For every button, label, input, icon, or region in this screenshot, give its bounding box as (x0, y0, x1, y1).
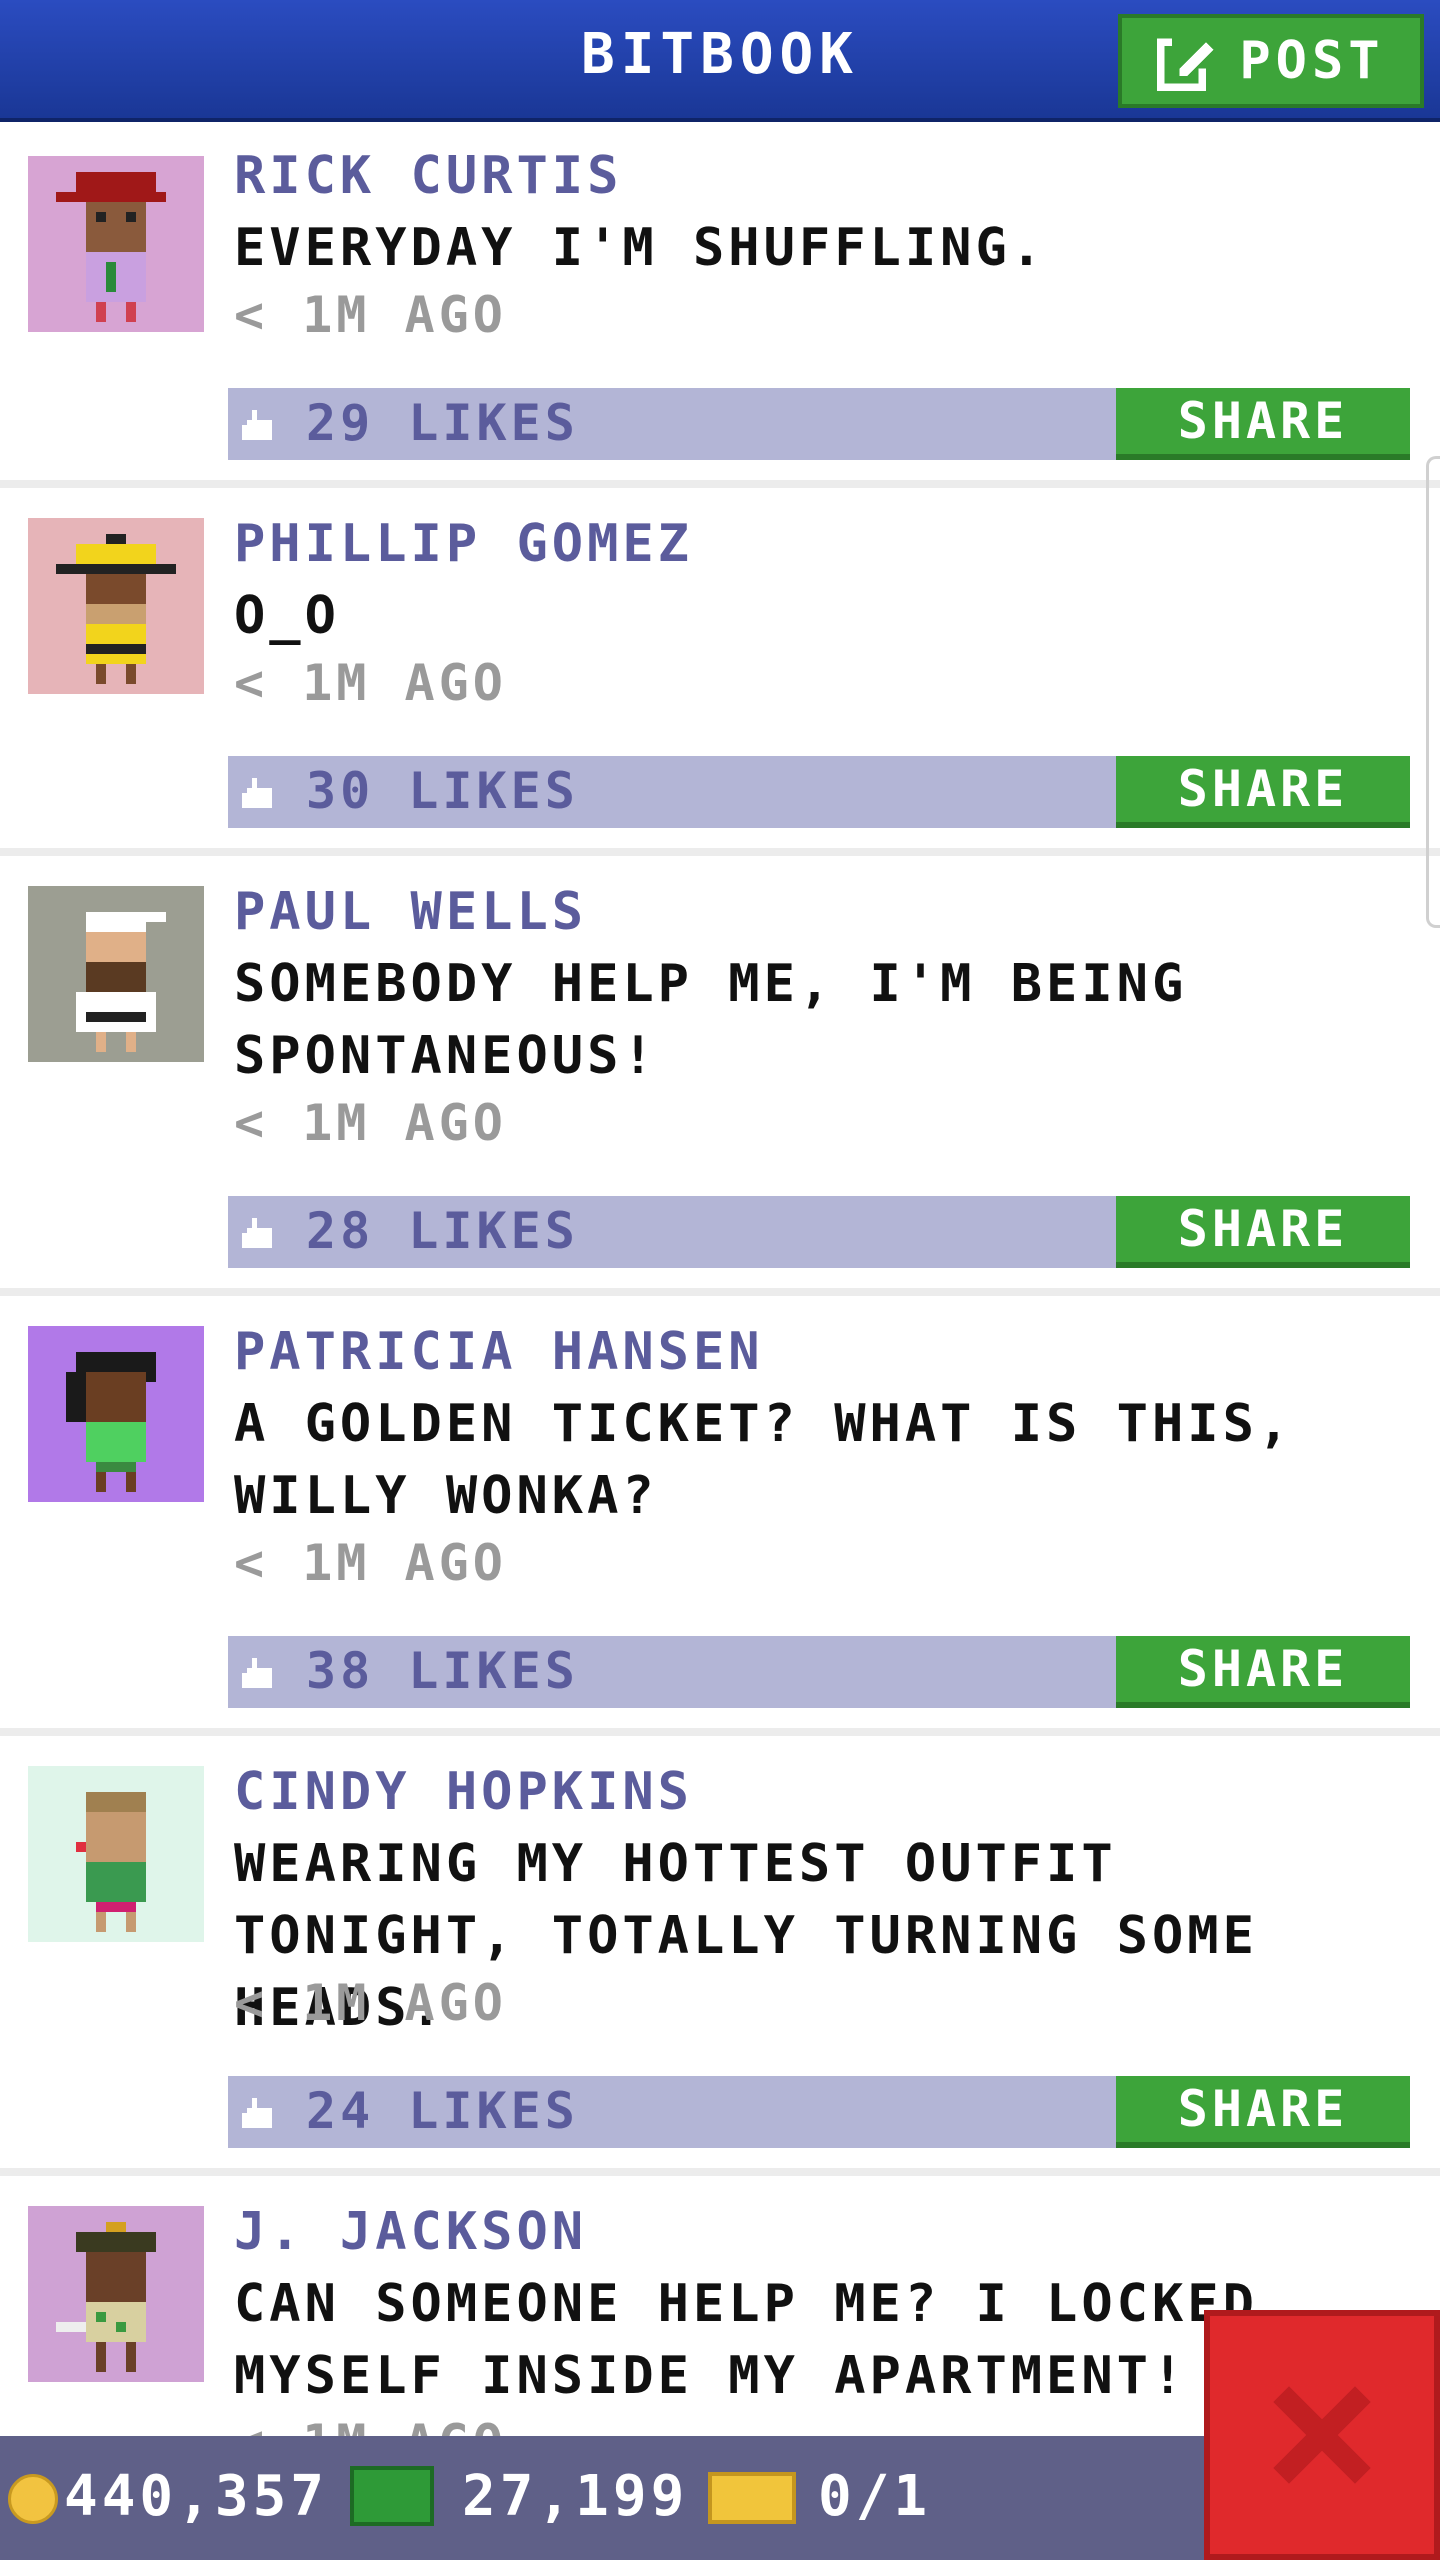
avatar-character-icon (76, 1792, 146, 1932)
likes-count: 29 LIKES (306, 394, 579, 452)
close-button[interactable] (1204, 2310, 1440, 2560)
share-button[interactable]: SHARE (1116, 388, 1410, 460)
post-card: PHILLIP GOMEZ O_O < 1M AGO 30 LIKES SHAR… (0, 488, 1440, 848)
divider (0, 848, 1440, 856)
coins-count: 440,357 (64, 2464, 329, 2529)
share-button[interactable]: SHARE (1116, 1636, 1410, 1708)
divider (0, 1288, 1440, 1296)
thumbs-up-icon[interactable] (242, 778, 272, 808)
close-icon (1273, 2386, 1371, 2484)
post-message: O_O (234, 586, 340, 646)
divider (0, 480, 1440, 488)
post-message: EVERYDAY I'M SHUFFLING. (234, 218, 1047, 278)
likes-bar: 24 LIKES SHARE (228, 2076, 1410, 2148)
author-name[interactable]: PAUL WELLS (234, 882, 587, 942)
author-name[interactable]: J. JACKSON (234, 2202, 587, 2262)
author-name[interactable]: PHILLIP GOMEZ (234, 514, 693, 574)
thumbs-up-icon[interactable] (242, 2098, 272, 2128)
share-button[interactable]: SHARE (1116, 1196, 1410, 1268)
post-message: CAN SOMEONE HELP ME? I LOCKED MYSELF INS… (234, 2274, 1258, 2406)
post-button[interactable]: POST (1118, 14, 1424, 108)
avatar[interactable] (28, 156, 204, 332)
thumbs-up-icon[interactable] (242, 1218, 272, 1248)
avatar-character-icon (76, 912, 166, 1052)
avatar-character-icon (66, 1352, 156, 1492)
author-name[interactable]: PATRICIA HANSEN (234, 1322, 764, 1382)
post-card: CINDY HOPKINS WEARING MY HOTTEST OUTFIT … (0, 1736, 1440, 2168)
tickets-count: 0/1 (818, 2464, 932, 2529)
likes-count: 38 LIKES (306, 1642, 579, 1700)
golden-ticket-icon (708, 2472, 796, 2524)
post-time: < 1M AGO (234, 286, 507, 344)
post-card: PAUL WELLS SOMEBODY HELP ME, I'M BEING S… (0, 856, 1440, 1288)
avatar[interactable] (28, 518, 204, 694)
post-button-label: POST (1239, 31, 1385, 91)
likes-bar: 28 LIKES SHARE (228, 1196, 1410, 1268)
author-name[interactable]: CINDY HOPKINS (234, 1762, 693, 1822)
share-button[interactable]: SHARE (1116, 2076, 1410, 2148)
post-card: PATRICIA HANSEN A GOLDEN TICKET? WHAT IS… (0, 1296, 1440, 1728)
likes-bar: 38 LIKES SHARE (228, 1636, 1410, 1708)
coin-icon (8, 2474, 58, 2524)
avatar-character-icon (56, 172, 166, 322)
post-time: < 1M AGO (234, 2414, 507, 2436)
likes-count: 28 LIKES (306, 1202, 579, 1260)
post-message: SOMEBODY HELP ME, I'M BEING SPONTANEOUS! (234, 954, 1188, 1086)
thumbs-up-icon[interactable] (242, 1658, 272, 1688)
post-message: A GOLDEN TICKET? WHAT IS THIS, WILLY WON… (234, 1394, 1294, 1526)
likes-count: 24 LIKES (306, 2082, 579, 2140)
likes-bar: 30 LIKES SHARE (228, 756, 1410, 828)
avatar[interactable] (28, 886, 204, 1062)
likes-count: 30 LIKES (306, 762, 579, 820)
avatar[interactable] (28, 1766, 204, 1942)
cash-count: 27,199 (462, 2464, 689, 2529)
post-time: < 1M AGO (234, 1534, 507, 1592)
thumbs-up-icon[interactable] (242, 410, 272, 440)
post-card: RICK CURTIS EVERYDAY I'M SHUFFLING. < 1M… (0, 126, 1440, 480)
header-bar: BITBOOK POST (0, 0, 1440, 122)
post-time: < 1M AGO (234, 1974, 507, 2032)
share-button[interactable]: SHARE (1116, 756, 1410, 828)
feed[interactable]: RICK CURTIS EVERYDAY I'M SHUFFLING. < 1M… (0, 126, 1440, 2436)
avatar-character-icon (56, 2222, 156, 2372)
post-time: < 1M AGO (234, 654, 507, 712)
divider (0, 2168, 1440, 2176)
post-time: < 1M AGO (234, 1094, 507, 1152)
likes-bar: 29 LIKES SHARE (228, 388, 1410, 460)
scrollbar[interactable] (1426, 456, 1440, 928)
avatar[interactable] (28, 1326, 204, 1502)
avatar[interactable] (28, 2206, 204, 2382)
edit-icon (1157, 34, 1214, 91)
author-name[interactable]: RICK CURTIS (234, 146, 622, 206)
cash-icon (350, 2466, 434, 2526)
avatar-character-icon (56, 534, 176, 684)
divider (0, 1728, 1440, 1736)
